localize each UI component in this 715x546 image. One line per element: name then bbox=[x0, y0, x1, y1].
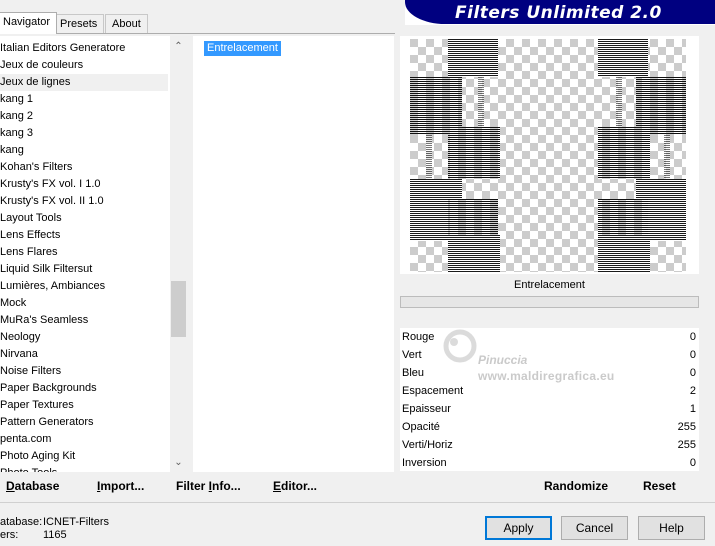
category-item[interactable]: Noise Filters bbox=[0, 363, 168, 380]
param-value: 255 bbox=[677, 439, 696, 451]
filter-info-label: nfo... bbox=[212, 479, 241, 493]
param-value: 1 bbox=[689, 403, 696, 415]
status-separator bbox=[0, 502, 715, 503]
filter-info-button[interactable]: Filter Info... bbox=[170, 475, 247, 497]
filter-list[interactable]: Entrelacement bbox=[193, 36, 394, 472]
watermark-name: Pinuccia bbox=[478, 353, 528, 367]
help-button[interactable]: Help bbox=[638, 516, 705, 540]
category-scrollbar[interactable]: ⌃ ⌄ bbox=[170, 36, 187, 472]
progress-bar bbox=[400, 296, 699, 308]
watermark-url: www.maldiregrafica.eu bbox=[478, 369, 615, 383]
param-row[interactable]: Opacité 255 bbox=[400, 418, 699, 436]
editor-accel: E bbox=[273, 479, 282, 493]
database-accel: D bbox=[6, 479, 15, 493]
category-item[interactable]: kang 3 bbox=[0, 125, 168, 142]
param-value: 0 bbox=[689, 331, 696, 343]
scroll-up-icon[interactable]: ⌃ bbox=[170, 38, 187, 55]
category-item[interactable]: Jeux de lignes bbox=[0, 74, 168, 91]
category-item[interactable]: Nirvana bbox=[0, 346, 168, 363]
param-row[interactable]: Inversion 0 bbox=[400, 454, 699, 472]
category-item[interactable]: penta.com bbox=[0, 431, 168, 448]
cancel-button[interactable]: Cancel bbox=[561, 516, 628, 540]
category-item[interactable]: kang 1 bbox=[0, 91, 168, 108]
param-label: Espacement bbox=[402, 385, 464, 397]
category-item[interactable]: kang 2 bbox=[0, 108, 168, 125]
param-label: Opacité bbox=[402, 421, 440, 433]
param-label: Epaisseur bbox=[402, 403, 451, 415]
category-item[interactable]: Lumières, Ambiances bbox=[0, 278, 168, 295]
param-value: 0 bbox=[689, 457, 696, 469]
category-item[interactable]: Photo Tools bbox=[0, 465, 168, 472]
category-item[interactable]: Italian Editors Generatore bbox=[0, 40, 168, 57]
category-item[interactable]: Neology bbox=[0, 329, 168, 346]
category-item[interactable]: Krusty's FX vol. II 1.0 bbox=[0, 193, 168, 210]
category-list[interactable]: Italian Editors Generatore Jeux de couleu… bbox=[0, 36, 187, 472]
randomize-button[interactable]: Randomize bbox=[538, 475, 614, 497]
category-item[interactable]: Photo Aging Kit bbox=[0, 448, 168, 465]
category-item[interactable]: Liquid Silk Filtersut bbox=[0, 261, 168, 278]
category-item[interactable]: Pattern Generators bbox=[0, 414, 168, 431]
param-row[interactable]: Verti/Horiz 255 bbox=[400, 436, 699, 454]
watermark-logo-icon bbox=[443, 329, 477, 363]
param-value: 255 bbox=[677, 421, 696, 433]
category-item[interactable]: MuRa's Seamless bbox=[0, 312, 168, 329]
category-item[interactable]: Lens Effects bbox=[0, 227, 168, 244]
category-item[interactable]: kang bbox=[0, 142, 168, 159]
title-banner: Filters Unlimited 2.0 bbox=[405, 0, 715, 25]
param-value: 2 bbox=[689, 385, 696, 397]
tab-presets[interactable]: Presets bbox=[53, 14, 105, 33]
category-item[interactable]: Mock bbox=[0, 295, 168, 312]
category-item[interactable]: Paper Textures bbox=[0, 397, 168, 414]
current-filter-name: Entrelacement bbox=[400, 275, 699, 295]
param-label: Vert bbox=[402, 349, 422, 361]
tab-about[interactable]: About bbox=[105, 14, 148, 33]
import-label: mport... bbox=[100, 479, 145, 493]
param-label: Bleu bbox=[402, 367, 425, 379]
category-item[interactable]: Paper Backgrounds bbox=[0, 380, 168, 397]
editor-button[interactable]: Editor... bbox=[267, 475, 323, 497]
param-label: Inversion bbox=[402, 457, 447, 469]
param-label: Rouge bbox=[402, 331, 435, 343]
import-button[interactable]: Import... bbox=[91, 475, 150, 497]
status-database-label: atabase: bbox=[0, 516, 43, 528]
category-item[interactable]: Lens Flares bbox=[0, 244, 168, 261]
param-row[interactable]: Espacement 2 bbox=[400, 382, 699, 400]
param-value: 0 bbox=[689, 349, 696, 361]
editor-label: ditor... bbox=[281, 479, 318, 493]
status-filters-label: ers: bbox=[0, 529, 19, 541]
category-item[interactable]: Krusty's FX vol. I 1.0 bbox=[0, 176, 168, 193]
scroll-thumb[interactable] bbox=[171, 281, 186, 337]
param-row[interactable]: Epaisseur 1 bbox=[400, 400, 699, 418]
preview-image bbox=[410, 39, 686, 272]
database-label: atabase bbox=[14, 479, 60, 493]
database-button[interactable]: Database bbox=[0, 475, 65, 497]
category-item[interactable]: Layout Tools bbox=[0, 210, 168, 227]
tab-navigator[interactable]: Navigator bbox=[0, 12, 58, 34]
apply-button[interactable]: Apply bbox=[485, 516, 552, 540]
category-item[interactable]: Jeux de couleurs bbox=[0, 57, 168, 74]
banner-title: Filters Unlimited 2.0 bbox=[405, 0, 715, 24]
param-label: Verti/Horiz bbox=[402, 439, 453, 451]
category-item[interactable]: Kohan's Filters bbox=[0, 159, 168, 176]
status-filters-value: 1165 bbox=[43, 529, 67, 541]
reset-button[interactable]: Reset bbox=[637, 475, 682, 497]
tabs-divider bbox=[0, 33, 395, 34]
scroll-down-icon[interactable]: ⌄ bbox=[170, 454, 187, 471]
filter-info-pre: Filter bbox=[176, 479, 209, 493]
status-database-value: ICNET-Filters bbox=[43, 516, 109, 528]
filter-item-entrelacement[interactable]: Entrelacement bbox=[204, 41, 281, 56]
param-value: 0 bbox=[689, 367, 696, 379]
